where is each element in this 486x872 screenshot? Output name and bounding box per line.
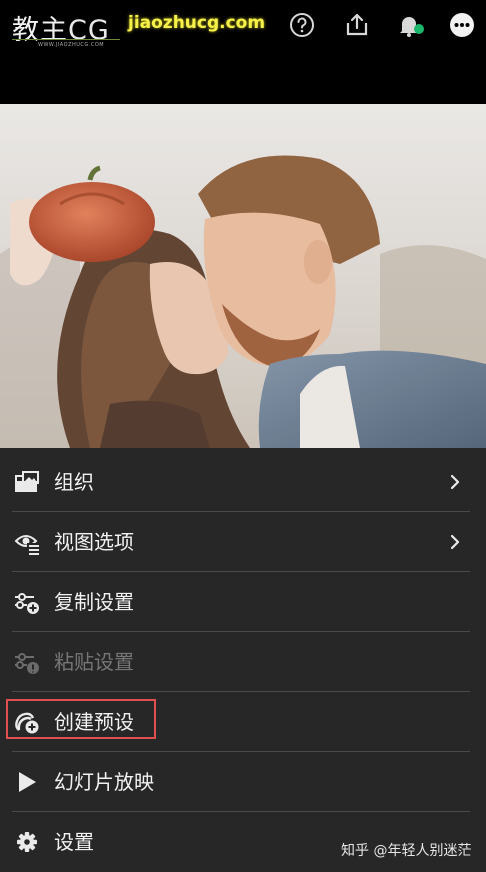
menu-item-paste-settings[interactable]: 粘贴设置 [0, 632, 486, 691]
logo-subtext: WWW.JIAOZHUCG.COM [38, 42, 105, 48]
zhihu-watermark: 知乎 @年轻人别迷茫 [341, 843, 472, 859]
more-options-icon[interactable] [449, 12, 475, 38]
share-icon[interactable] [344, 12, 370, 38]
menu-item-label: 幻灯片放映 [54, 770, 154, 794]
folder-image-icon [15, 471, 39, 492]
menu-item-copy-settings[interactable]: 复制设置 [0, 572, 486, 631]
site-watermark: jiaozhucg.com [128, 13, 266, 33]
notification-badge [414, 24, 424, 34]
logo-underline [12, 39, 120, 40]
chevron-right-icon [450, 534, 460, 550]
play-icon [19, 772, 36, 792]
menu-item-view-options[interactable]: 视图选项 [0, 512, 486, 571]
logo: 教主CG WWW.JIAOZHUCG.COM [12, 8, 124, 50]
couple-photo [0, 104, 486, 448]
chevron-right-icon [450, 474, 460, 490]
eye-list-icon [14, 535, 40, 555]
top-bar: 教主CG WWW.JIAOZHUCG.COM jiaozhucg.com [0, 0, 486, 104]
photo-preview[interactable] [0, 104, 486, 448]
highlight-box [6, 699, 156, 739]
menu-item-label: 组织 [54, 470, 94, 494]
sliders-paste-icon [15, 653, 39, 674]
help-icon[interactable] [289, 12, 315, 38]
menu-item-label: 设置 [54, 830, 94, 854]
sliders-add-icon [15, 593, 39, 614]
gear-icon [17, 832, 37, 852]
menu-item-label: 视图选项 [54, 530, 134, 554]
menu-item-organize[interactable]: 组织 [0, 452, 486, 511]
menu-item-label: 复制设置 [54, 590, 134, 614]
menu-item-label: 粘贴设置 [54, 650, 134, 674]
menu-item-slideshow[interactable]: 幻灯片放映 [0, 752, 486, 811]
context-menu: 组织 视图选项 复制设置 粘贴设置 创建预设 幻灯片放映 设置 [0, 448, 486, 872]
